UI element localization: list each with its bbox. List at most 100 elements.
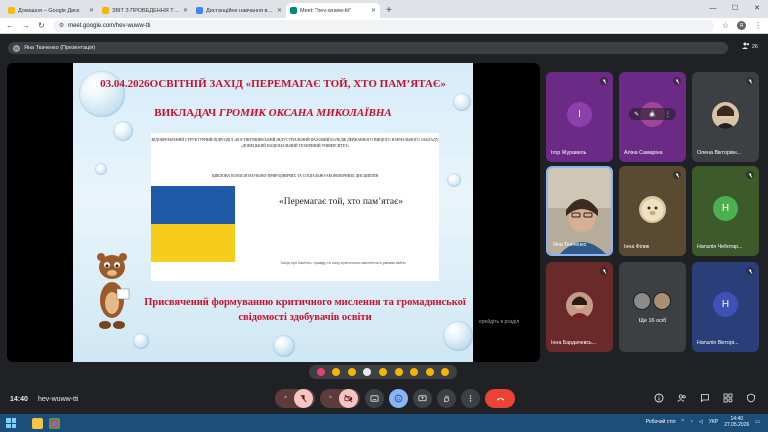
participant-group-avatars	[633, 292, 671, 310]
more-menu-icon[interactable]: ⋮	[754, 21, 762, 30]
emoji-reactions-button[interactable]	[389, 389, 408, 408]
maximize-icon[interactable]: ☐	[724, 0, 746, 16]
reaction-emoji-icon[interactable]	[316, 368, 325, 376]
participant-tile[interactable]: Н Наталія Чеботар...	[692, 166, 759, 256]
mic-toggle-button[interactable]	[293, 389, 313, 408]
presentation-bar[interactable]: Я Яна Ткаченко (Презентація)	[8, 42, 728, 54]
reaction-emoji-icon[interactable]	[378, 368, 387, 376]
event-name: «Перемагає той, хто пам’ятає»	[279, 197, 403, 207]
new-tab-button[interactable]: +	[380, 5, 398, 18]
close-icon[interactable]: ✕	[277, 7, 282, 14]
more-vert-icon	[469, 395, 472, 402]
call-controls: ^ ^	[275, 389, 515, 408]
camera-toggle-button[interactable]	[338, 389, 358, 408]
more-participants-tile[interactable]: Ще 16 осіб	[619, 262, 686, 352]
bubble-decoration	[133, 333, 149, 349]
chevron-up-icon[interactable]: ^	[323, 396, 339, 402]
chrome-icon[interactable]	[49, 417, 60, 429]
site-info-icon[interactable]: ⚙	[59, 22, 64, 29]
wifi-icon[interactable]: ◔	[690, 419, 693, 425]
bubble-decoration	[113, 121, 133, 141]
people-icon	[741, 42, 750, 51]
participant-avatar: І	[567, 102, 592, 127]
participant-count[interactable]: 26	[741, 42, 758, 51]
close-icon[interactable]: ✕	[89, 7, 94, 14]
windows-start-icon[interactable]	[4, 416, 18, 430]
close-window-icon[interactable]: ✕	[746, 0, 768, 16]
info-icon[interactable]	[653, 392, 664, 403]
more-options-button[interactable]	[461, 389, 480, 408]
bookmark-star-icon[interactable]: ☆	[722, 21, 729, 30]
tab-distance-learning[interactable]: Дистанційне навчання в ВСП ✕	[192, 3, 286, 18]
present-icon	[418, 395, 427, 402]
tab-google-drive[interactable]: Домашня – Google Диск ✕	[4, 3, 98, 18]
chat-icon[interactable]	[699, 392, 710, 403]
reaction-emoji-icon[interactable]	[332, 368, 341, 376]
slide-document: ВІДОКРЕМЛЕНИЙ СТРУКТУРНИЙ ПІДРОЗДІЛ «КОС…	[151, 133, 439, 281]
url-field[interactable]: ⚙ meet.google.com/hev-wuww-tti	[52, 19, 714, 32]
end-call-button[interactable]	[485, 389, 515, 408]
participant-tile[interactable]: Інна Бардачевсь...	[546, 262, 613, 352]
event-description: Захід про пам'ять, правду та силу критич…	[280, 261, 406, 265]
pin-icon[interactable]: ✎	[634, 111, 639, 118]
reaction-emoji-icon[interactable]	[347, 368, 356, 376]
phone-hangup-icon	[496, 397, 504, 401]
chevron-up-icon[interactable]: ^	[682, 419, 684, 425]
participant-name: Яна Ткаченко	[553, 242, 587, 248]
reaction-emoji-icon[interactable]	[425, 368, 434, 376]
reaction-emoji-icon[interactable]	[363, 368, 372, 376]
mic-off-icon	[746, 171, 754, 179]
bubble-decoration	[447, 173, 461, 187]
forward-icon[interactable]: →	[22, 21, 30, 30]
keyboard-layout[interactable]: УКР	[709, 419, 718, 425]
bear-mascot-icon	[97, 253, 130, 329]
bubble-decoration	[443, 321, 473, 351]
participant-tile[interactable]: І Ігор Журавель	[546, 72, 613, 162]
participant-name: Наталія Чеботар...	[697, 244, 743, 250]
mic-off-icon	[746, 267, 754, 275]
reload-icon[interactable]: ↻	[38, 21, 45, 30]
mic-off-icon	[673, 77, 681, 85]
volume-icon[interactable]: ◁	[699, 419, 703, 425]
file-explorer-icon[interactable]	[32, 417, 43, 429]
mic-off-icon	[746, 77, 754, 85]
taskbar-clock[interactable]: 14:40 27.05.2026	[724, 416, 749, 428]
screen: { "browser": { "tabs": [ {"label": "Дома…	[0, 0, 768, 432]
page-icon	[196, 7, 203, 14]
activities-icon[interactable]	[722, 392, 733, 403]
participant-tile[interactable]: Олена Вікторівн...	[692, 72, 759, 162]
raise-hand-button[interactable]	[437, 389, 456, 408]
presenter-avatar: Я	[13, 44, 20, 52]
back-icon[interactable]: ←	[6, 21, 14, 30]
people-icon[interactable]	[676, 392, 687, 403]
tab-report[interactable]: ЗВІТ З ПРОВЕДЕННЯ ТИЖНЯ ✕	[98, 3, 192, 18]
host-controls-icon[interactable]	[745, 392, 756, 403]
meet-control-bar: 14:40 hev-wuww-tti ^ ^	[0, 362, 768, 414]
reaction-emoji-icon[interactable]	[394, 368, 403, 376]
chevron-up-icon[interactable]: ^	[278, 396, 294, 402]
bubble-decoration	[273, 335, 295, 357]
reaction-emoji-icon[interactable]	[410, 368, 419, 376]
address-bar: ← → ↻ ⚙ meet.google.com/hev-wuww-tti ☆ Я…	[0, 18, 768, 34]
desktop-label[interactable]: Робочий стіл	[646, 419, 676, 425]
close-icon[interactable]: ✕	[183, 7, 188, 14]
participant-tile[interactable]: A ✎ ◉ ⋮ Аліна Самаріна	[619, 72, 686, 162]
present-screen-button[interactable]	[413, 389, 432, 408]
profile-avatar[interactable]: Я	[737, 21, 746, 30]
system-tray: Робочий стіл ^ ◔ ◁ УКР 14:40 27.05.2026 …	[646, 416, 760, 428]
participant-tile[interactable]: Н Наталія Вікторі...	[692, 262, 759, 352]
captions-button[interactable]	[365, 389, 384, 408]
mute-for-all-icon[interactable]: ◉	[649, 111, 654, 118]
notifications-icon[interactable]: ▭	[755, 419, 760, 425]
more-options-icon[interactable]: ⋮	[665, 111, 671, 118]
meet-header: Я Яна Ткаченко (Презентація) 26	[0, 34, 768, 60]
reaction-emoji-icon[interactable]	[441, 368, 450, 376]
url-text: meet.google.com/hev-wuww-tti	[68, 22, 151, 29]
participant-tile[interactable]: Інна Філик	[619, 166, 686, 256]
camera-off-icon	[343, 394, 352, 403]
close-icon[interactable]: ✕	[371, 7, 376, 14]
minimize-icon[interactable]: —	[702, 0, 724, 16]
tab-meet[interactable]: Meet: "hev-wuww-tti" ✕	[286, 3, 380, 18]
participant-tile-active-speaker[interactable]: Яна Ткаченко	[546, 166, 613, 256]
window-controls: — ☐ ✕	[702, 0, 768, 16]
